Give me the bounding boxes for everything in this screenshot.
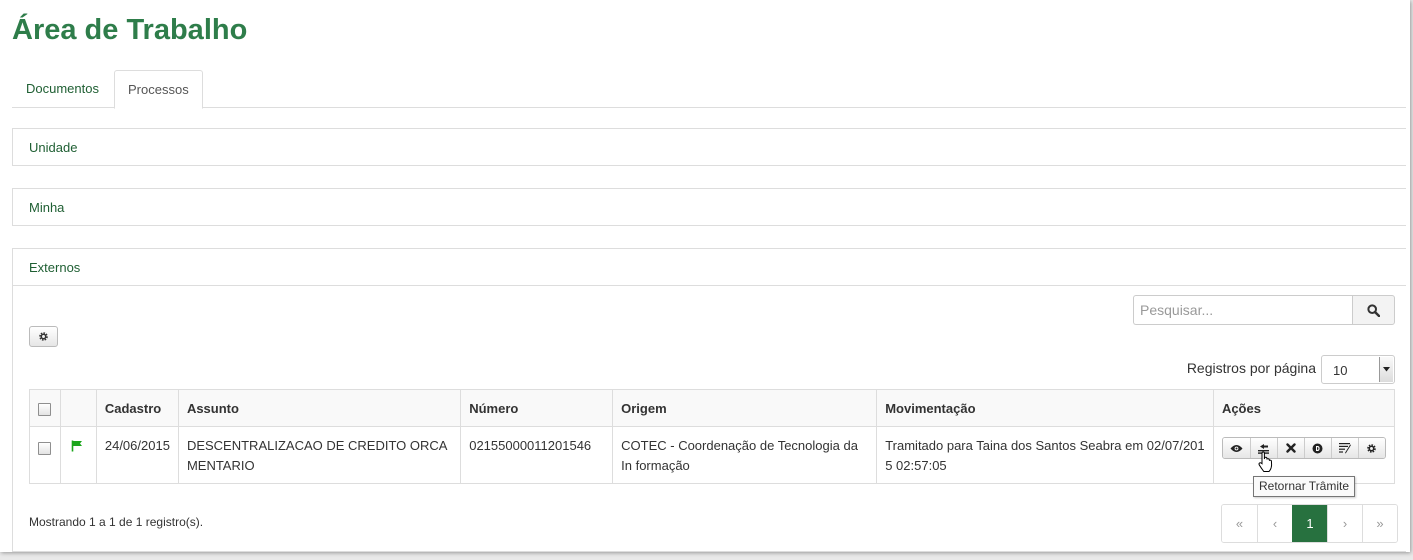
page-prev[interactable]: ‹	[1257, 505, 1292, 542]
download-button[interactable]	[1303, 438, 1331, 458]
header-origem[interactable]: Origem	[612, 389, 878, 427]
close-icon	[1286, 443, 1296, 453]
search-input[interactable]	[1133, 295, 1353, 325]
panel-minha-header[interactable]: Minha	[13, 189, 1406, 226]
flag-header	[59, 389, 97, 427]
panel-unidade-header[interactable]: Unidade	[13, 129, 1406, 166]
flag-cell	[59, 426, 97, 484]
search-icon	[1367, 303, 1380, 317]
select-all-checkbox[interactable]	[38, 403, 51, 416]
records-summary: Mostrando 1 a 1 de 1 registro(s).	[29, 515, 204, 529]
header-numero[interactable]: Número	[460, 389, 614, 427]
row-select-cell	[29, 426, 61, 484]
tab-documentos[interactable]: Documentos	[13, 70, 112, 108]
tooltip: Retornar Trâmite	[1253, 476, 1356, 497]
cell-cadastro: 24/06/2015	[95, 426, 179, 484]
panel-externos: Externos Registros por página 10	[12, 248, 1406, 552]
chevron-down-icon	[1379, 357, 1393, 382]
tab-bar: Documentos Processos	[12, 70, 1406, 109]
page-last[interactable]: »	[1362, 505, 1397, 542]
table-header-row: Cadastro Assunto Número Origem Movimenta…	[29, 389, 1396, 427]
eye-icon	[1230, 444, 1243, 452]
cell-numero: 02155000011201546	[460, 426, 614, 484]
cell-assunto: DESCENTRALIZACAO DE CREDITO ORCA MENTARI…	[177, 426, 462, 484]
row-actions	[1221, 437, 1386, 459]
circle-d-icon	[1312, 443, 1323, 453]
cell-acoes	[1212, 426, 1396, 484]
processes-table: Cadastro Assunto Número Origem Movimenta…	[29, 389, 1396, 484]
header-acoes: Ações	[1212, 389, 1396, 427]
row-checkbox[interactable]	[38, 442, 51, 455]
gear-icon	[39, 332, 48, 341]
header-cadastro[interactable]: Cadastro	[95, 389, 179, 427]
cancel-button[interactable]	[1276, 438, 1304, 458]
panel-minha: Minha	[12, 188, 1406, 226]
row-settings-button[interactable]	[1357, 438, 1385, 458]
page-next[interactable]: ›	[1327, 505, 1362, 542]
column-settings-button[interactable]	[29, 326, 58, 347]
cell-origem: COTEC - Coordenação de Tecnologia da In …	[612, 426, 878, 484]
select-all-cell	[29, 389, 61, 427]
page-first[interactable]: «	[1222, 505, 1257, 542]
workspace-page: Área de Trabalho Documentos Processos Un…	[0, 0, 1410, 552]
notes-icon	[1338, 443, 1351, 454]
hand-cursor-icon	[1258, 451, 1273, 472]
page-current[interactable]: 1	[1292, 505, 1327, 542]
cell-movimentacao: Tramitado para Taina dos Santos Seabra e…	[876, 426, 1214, 484]
header-movimentacao[interactable]: Movimentação	[876, 389, 1214, 427]
header-assunto[interactable]: Assunto	[177, 389, 462, 427]
table-row: 24/06/2015 DESCENTRALIZACAO DE CREDITO O…	[29, 426, 1396, 484]
per-page-value: 10	[1333, 363, 1348, 378]
page-title: Área de Trabalho	[12, 14, 248, 46]
annotate-button[interactable]	[1330, 438, 1358, 458]
per-page-label: Registros por página	[1186, 360, 1316, 376]
gear-icon	[1367, 443, 1377, 453]
search-button[interactable]	[1352, 295, 1395, 325]
panel-externos-header[interactable]: Externos	[13, 249, 1406, 286]
tab-processos[interactable]: Processos	[114, 70, 203, 109]
pagination: « ‹ 1 › »	[1221, 504, 1398, 543]
panel-unidade: Unidade	[12, 128, 1406, 166]
flag-icon	[71, 440, 82, 452]
per-page-select[interactable]: 10	[1321, 355, 1395, 384]
view-button[interactable]	[1222, 438, 1250, 458]
